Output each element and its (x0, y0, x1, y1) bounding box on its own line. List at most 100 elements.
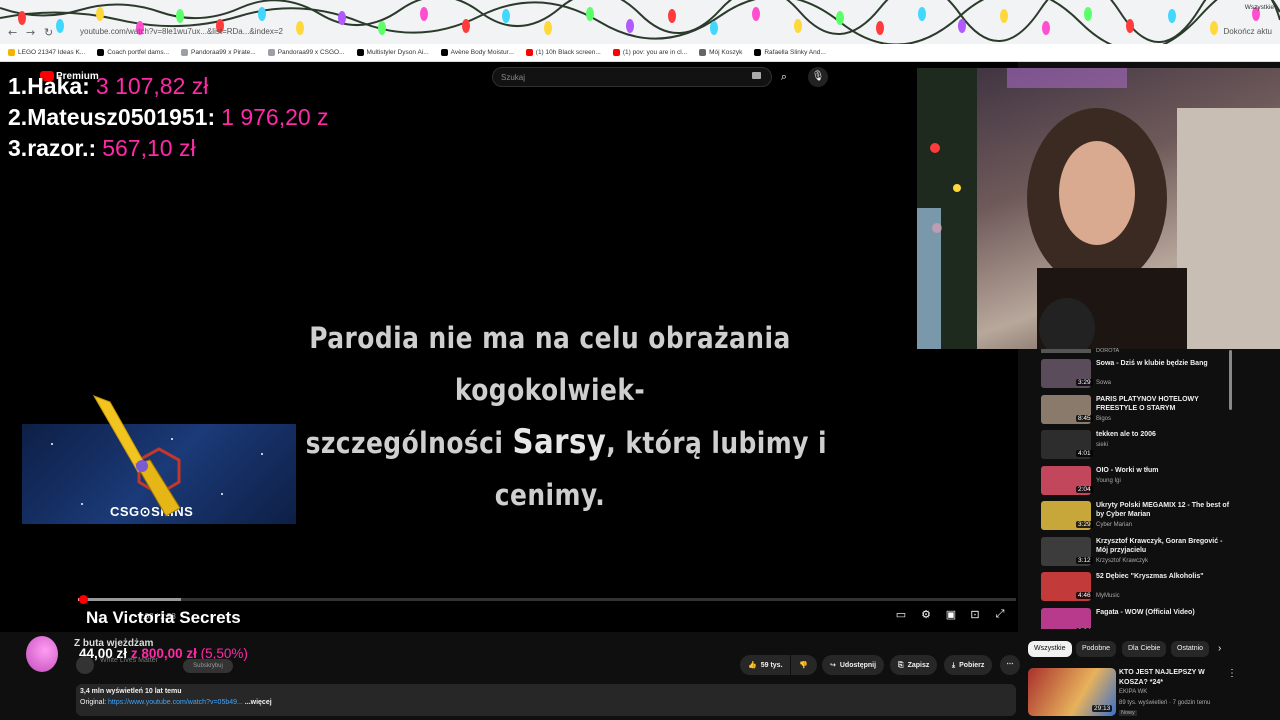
video-title-overlay: Na Victoria Secrets (86, 608, 241, 627)
playlist-duration: 8:45 (1076, 414, 1093, 422)
view-stats: 3,4 mln wyświetleń 10 lat temu (80, 688, 182, 695)
playlist-item[interactable]: 3:29 Ukryty Polski MEGAMIX 12 - The best … (1038, 501, 1236, 533)
reload-icon[interactable]: ↻ (44, 26, 53, 39)
bookmark-item[interactable]: Coach portfel dams... (97, 49, 169, 56)
bookmark-label: LEGO 21347 Ideas K... (18, 49, 86, 56)
leaderboard-row: 1.Haka: 3 107,82 zł (8, 73, 209, 99)
playlist-thumbnail[interactable] (1041, 607, 1091, 629)
bookmark-favicon-icon (8, 49, 15, 56)
scrubber-handle[interactable] (78, 595, 88, 604)
playlist-channel: sieki (1096, 442, 1109, 448)
playlist-title[interactable]: Krzysztof Krawczyk, Goran Bregović - Mój… (1096, 537, 1236, 555)
chip-all[interactable]: Wszystkie (1028, 641, 1072, 657)
description-text: Original: https://www.youtube.com/watch?… (80, 699, 272, 706)
playlist-title[interactable]: Sowa - Dziś w klubie będzie Bang (1096, 359, 1236, 368)
bookmark-favicon-icon (440, 49, 448, 56)
playlist-item[interactable]: 3:29 Sowa - Dziś w klubie będzie Bang Sowa (1038, 359, 1236, 391)
playlist-duration: 3:12 (1076, 556, 1093, 564)
playlist-duration: 4:46 (1076, 592, 1093, 599)
settings-gear-icon[interactable]: ⚙ (918, 608, 934, 621)
playlist-title[interactable]: PARIS PLATYNOV HOTELOWY FREESTYLE O STAR… (1096, 395, 1236, 413)
bookmarks-bar: LEGO 21347 Ideas K... Coach portfel dams.… (0, 44, 1280, 62)
description-link[interactable]: https://www.youtube.com/watch?v=05b49... (108, 699, 243, 706)
bookmark-item[interactable]: (1) 10h Black screen... (525, 49, 601, 56)
bookmark-item[interactable]: Pandoraa99 x Pirate... (181, 49, 256, 56)
bookmark-favicon-icon (267, 49, 275, 56)
bookmark-label: Multistyler Dyson Ai... (366, 49, 429, 56)
playlist-channel: MyMusic (1096, 593, 1120, 599)
fullscreen-icon[interactable]: ⤢ (992, 608, 1008, 621)
webcam-overlay (917, 68, 1280, 349)
bookmark-item[interactable]: Mój Koszyk (699, 49, 742, 56)
new-badge: Nowy (1119, 710, 1137, 716)
search-icon[interactable]: ⌕ (772, 67, 796, 87)
bookmark-label: Pandoraa99 x Pirate... (191, 49, 256, 56)
save-button[interactable]: ⎘ Zapisz (890, 655, 938, 675)
chevron-right-icon[interactable]: › (1212, 641, 1227, 657)
donation-leaderboard: 1.Haka: 3 107,82 zł 2.Mateusz0501951: 1 97… (8, 71, 329, 164)
channel-name[interactable]: White Lives Matter (100, 657, 158, 664)
chip-for-you[interactable]: Dla Ciebie (1122, 641, 1167, 657)
subtitles-icon[interactable]: ▭ (893, 608, 909, 621)
bookmark-label: Pandoraa99 x CSGO... (277, 49, 345, 56)
bookmark-favicon-icon (97, 49, 105, 56)
chip-related[interactable]: Podobne (1076, 641, 1117, 657)
bookmark-label: Coach portfel dams... (107, 49, 169, 56)
thumbs-down-icon: 👎 (799, 661, 808, 669)
dislike-button[interactable]: 👎 (791, 655, 817, 675)
playlist-title[interactable]: 52 Dębiec "Kryszmas Alkoholis" (1096, 572, 1236, 581)
keyboard-icon[interactable] (752, 72, 761, 79)
bookmark-item[interactable]: Multistyler Dyson Ai... (356, 49, 429, 56)
cast-icon[interactable]: ⊡ (967, 608, 983, 621)
like-button[interactable]: 👍 59 tys. (740, 655, 790, 675)
recommended-video[interactable]: 29:13 KTO JEST NAJLEPSZY W KOSZA? *24* E… (1028, 668, 1240, 718)
bookmark-label: Mój Koszyk (709, 49, 743, 56)
description-box[interactable]: 3,4 mln wyświetleń 10 lat temu Original:… (76, 684, 1016, 716)
playlist-title[interactable]: Fagata - WOW (Official Video) (1096, 608, 1236, 617)
playlist-panel: 3:29 Sowa - Dziś w klubie będzie Bang Sowa… (1038, 349, 1236, 629)
playlist-item[interactable]: 4:46 52 Dębiec "Kryszmas Alkoholis" MyMusi… (1038, 572, 1236, 604)
bookmark-item[interactable]: Avène Body Moistur... (440, 49, 514, 56)
playlist-item[interactable]: 4:01 tekken ale to 2006 sieki (1038, 430, 1236, 462)
video-views: 89 tys. wyświetleń · 7 godzin temu (1119, 700, 1211, 706)
channel-name[interactable]: EKIPA WK (1119, 689, 1147, 695)
video-progress-bar[interactable] (78, 595, 1016, 604)
playlist-scrollbar[interactable] (1229, 350, 1232, 410)
more-actions-button[interactable]: ⋯ (1000, 655, 1020, 675)
chip-recent[interactable]: Ostatnio (1171, 641, 1210, 657)
show-more-link[interactable]: ...więcej (243, 699, 272, 706)
miniplayer-icon[interactable]: ▣ (943, 608, 959, 621)
forward-icon[interactable]: → (26, 26, 35, 39)
playlist-duration: 3:29 (1076, 379, 1093, 386)
search-input[interactable]: Szukaj (492, 67, 772, 87)
playlist-title[interactable]: Ukryty Polski MEGAMIX 12 - The best of b… (1096, 501, 1236, 519)
update-button[interactable]: Dokończ aktu (1224, 27, 1272, 36)
playlist-title[interactable]: OIO - Worki w tłum (1096, 466, 1236, 475)
knife-icon (92, 395, 181, 517)
microphone-icon[interactable]: 🎙 (808, 67, 828, 87)
bookmark-item[interactable]: (1) pov: you are in cl... (612, 49, 687, 56)
channel-avatar[interactable] (76, 656, 94, 674)
playlist-channel: Fagata (1096, 629, 1115, 630)
playlist-item[interactable]: 8:45 PARIS PLATYNOV HOTELOWY FREESTYLE O … (1038, 394, 1236, 427)
subscribe-button[interactable]: Subskrybuj (183, 659, 233, 673)
back-icon[interactable]: ← (8, 26, 17, 39)
all-bookmarks-link[interactable]: Wszystkie (1245, 4, 1274, 11)
download-button[interactable]: ⤓ Pobierz (944, 655, 993, 675)
playlist-item[interactable]: 2:04 OIO - Worki w tłum Young Igi (1038, 465, 1236, 498)
address-bar[interactable]: youtube.com/watch?v=8le1wu7ux...&list=RD… (80, 27, 283, 36)
bookmark-item[interactable]: Pandoraa99 x CSGO... (267, 49, 345, 56)
bookmark-label: Avène Body Moistur... (450, 49, 514, 56)
playlist-item[interactable]: 3:12 Krzysztof Krawczyk, Goran Bregović -… (1038, 536, 1236, 569)
address-bar-row: ← → ↻ youtube.com/watch?v=8le1wu7ux...&l… (0, 24, 1280, 42)
streamer-webcam-image (917, 68, 1280, 349)
share-button[interactable]: ↪ Udostępnij (822, 655, 885, 675)
kebab-menu-icon[interactable]: ⋮ (1227, 668, 1237, 679)
browser-top-bar: ← → ↻ youtube.com/watch?v=8le1wu7ux...&l… (0, 0, 1280, 62)
video-title[interactable]: KTO JEST NAJLEPSZY W KOSZA? *24* (1119, 668, 1229, 688)
playlist-title[interactable]: tekken ale to 2006 (1096, 430, 1236, 439)
bookmark-item[interactable]: LEGO 21347 Ideas K... (8, 49, 85, 56)
video-player[interactable]: Premium Szukaj ⌕ 🎙 1.Haka: 3 107,82 zł 2.… (0, 62, 1018, 632)
bookmark-item[interactable]: Rafaella Slinky And... (754, 49, 826, 56)
playlist-item[interactable]: 2:24 Fagata - WOW (Official Video) Fagata (1038, 607, 1236, 630)
